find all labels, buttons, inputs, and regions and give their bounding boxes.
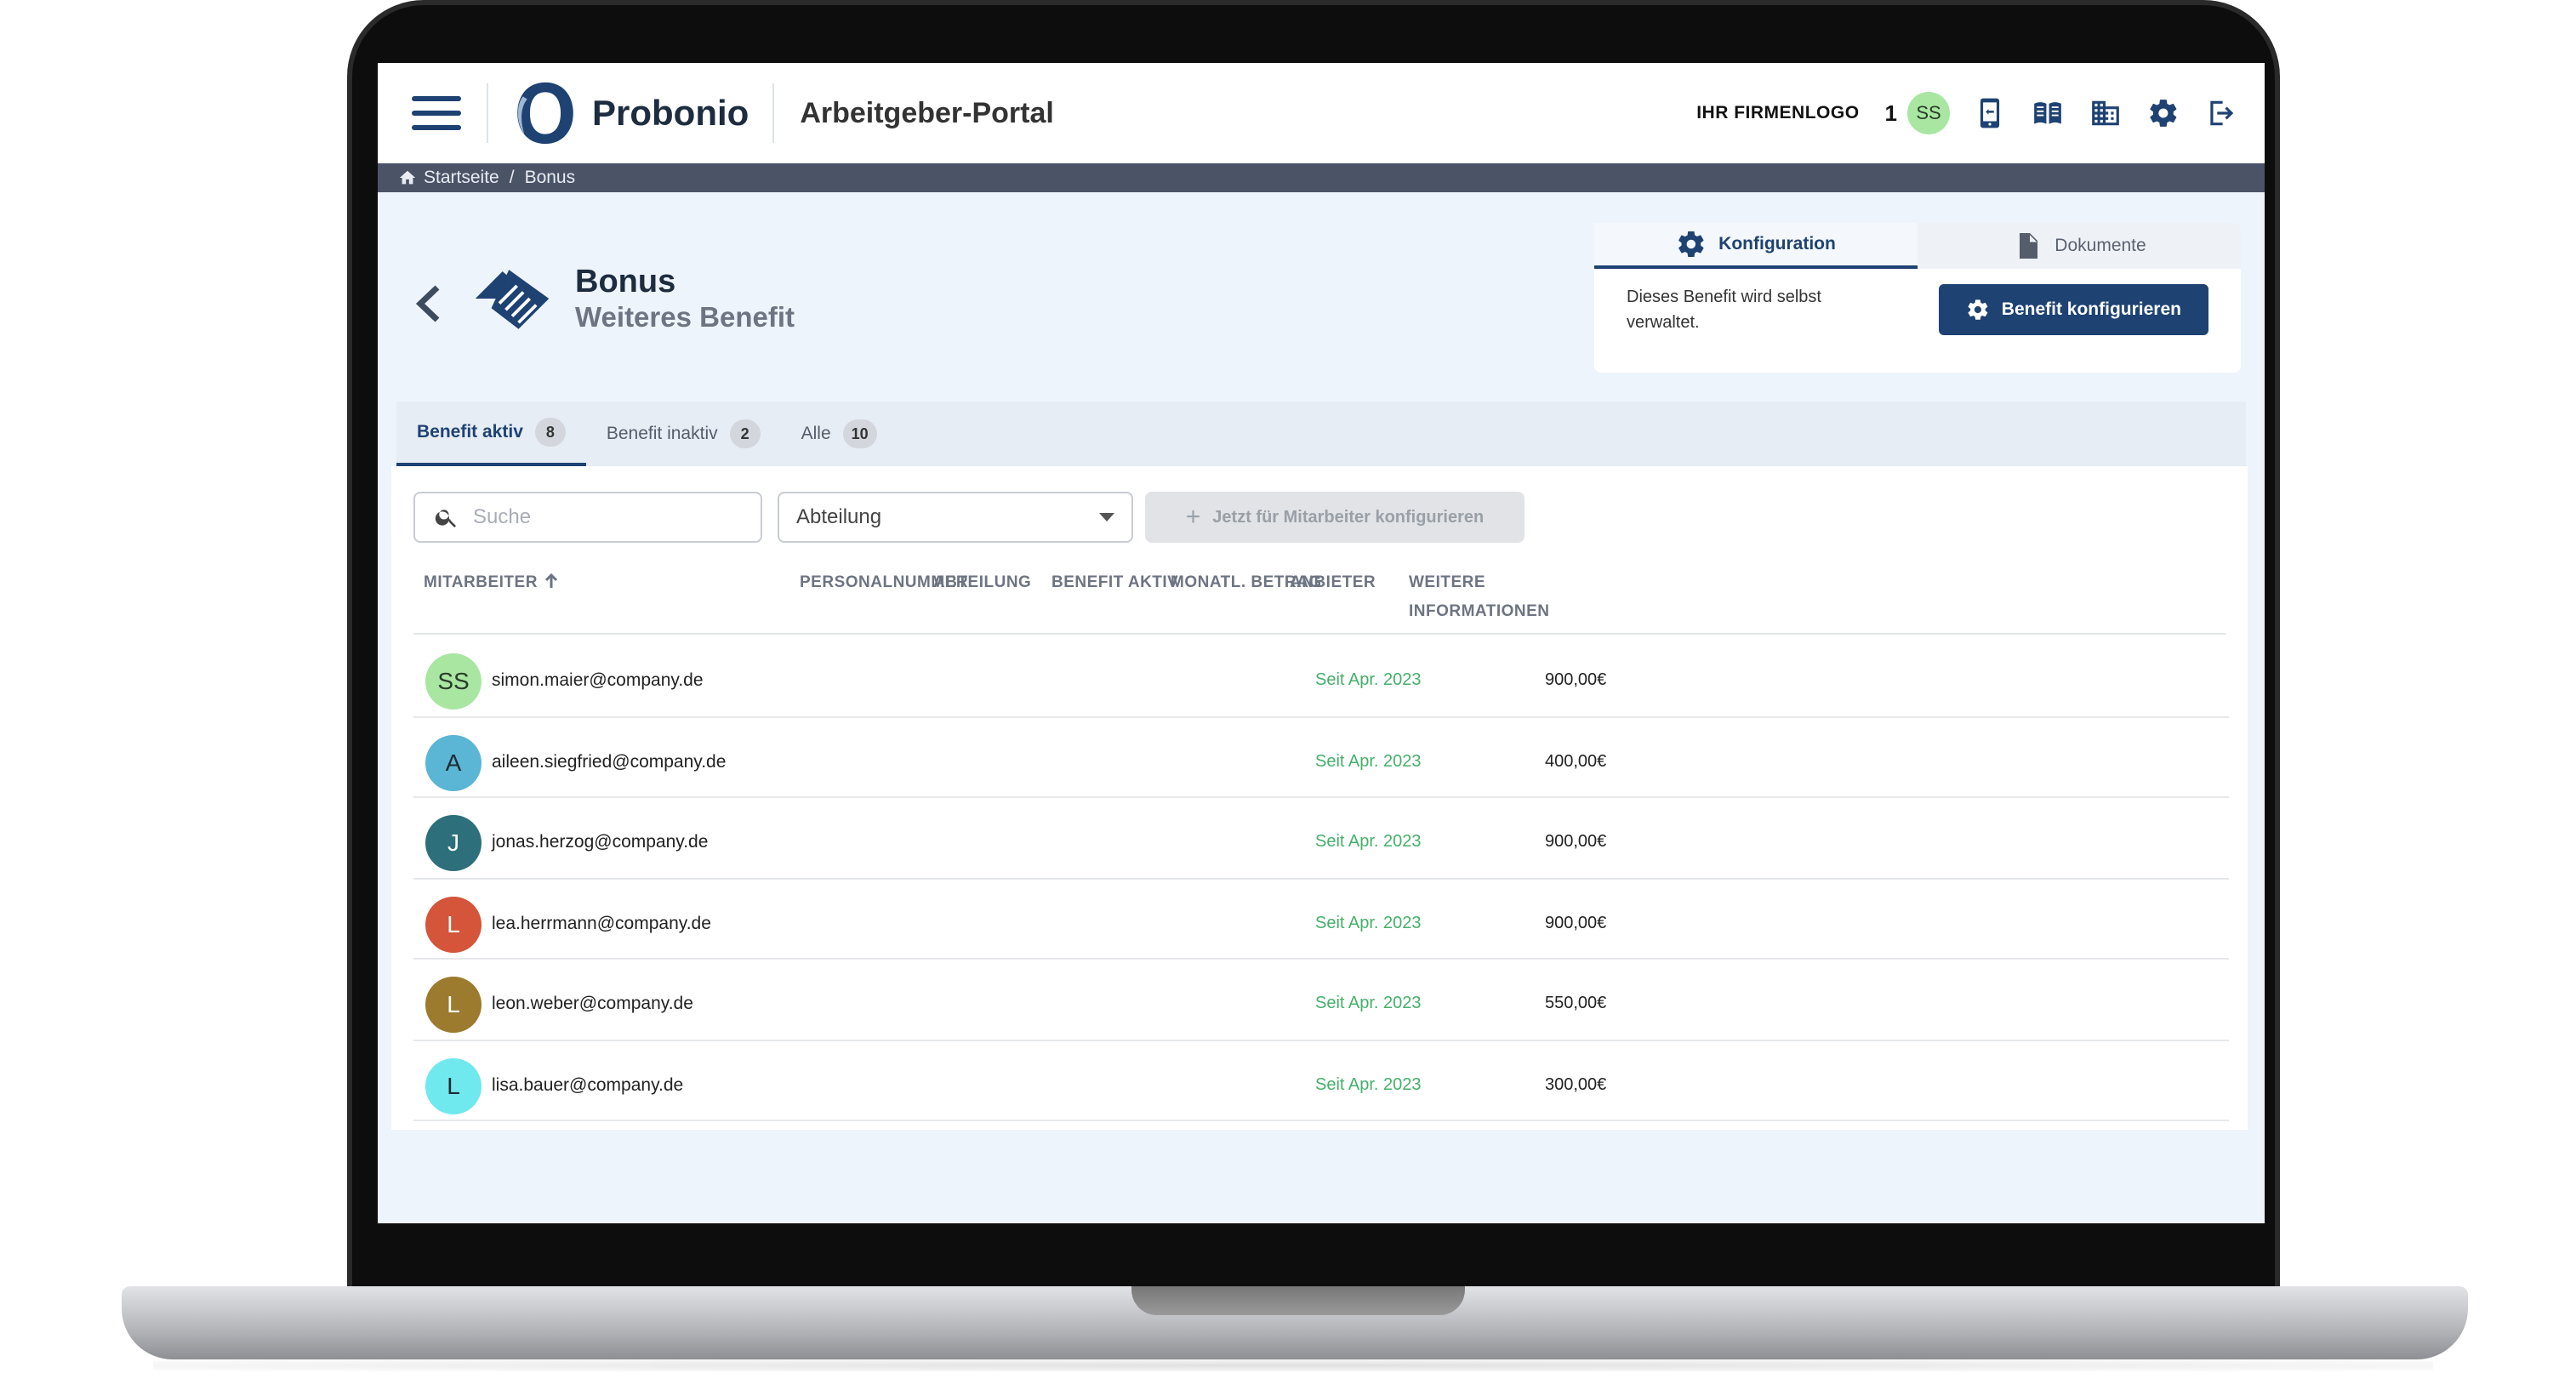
probonio-logo-icon [517,82,573,145]
column-header-benefit-aktiv[interactable]: BENEFIT AKTIV [1051,568,1178,597]
table-row[interactable]: Llisa.bauer@company.de Seit Apr. 2023 300,… [413,1041,2229,1121]
config-body: Dieses Benefit wird selbst verwaltet. Be… [1594,269,2241,350]
tab-benefit-inaktiv[interactable]: Benefit inaktiv 2 [586,402,781,466]
search-field[interactable] [413,492,762,543]
benefit-configure-label: Benefit konfigurieren [2001,299,2181,319]
plus-icon: + [1185,503,1201,531]
employee-avatar: J [425,815,482,871]
employee-avatar: L [425,1058,482,1114]
benefit-active-since: Seit Apr. 2023 [1315,914,1422,932]
config-description: Dieses Benefit wird selbst verwaltet. [1627,288,1821,332]
page-title: Bonus [575,264,676,299]
top-header: Probonio Arbeitgeber-Portal IHR FIRMENLO… [378,63,2265,163]
search-icon [435,510,456,527]
tab-label: Benefit inaktiv [606,424,718,443]
user-avatar[interactable]: SS [1907,92,1950,134]
employee-email: lisa.bauer@company.de [492,1075,684,1095]
header-divider [772,83,775,143]
monthly-amount: 900,00€ [1545,914,1607,932]
search-input[interactable] [473,505,745,529]
table-row[interactable]: SS simon.maier@company.de Seit Apr. 2023 90… [413,636,2229,718]
benefit-active-since: Seit Apr. 2023 [1315,1075,1422,1094]
monthly-amount: 400,00€ [1545,752,1607,771]
department-select-label: Abteilung [796,505,882,528]
page-subtitle: Weiteres Benefit [575,301,795,333]
table-row[interactable]: Aaileen.siegfried@company.de Seit Apr. 20… [413,718,2229,798]
caret-down-icon [1099,513,1114,521]
employee-avatar: L [425,977,482,1033]
brand-name: Probonio [592,93,749,133]
employee-avatar: SS [425,653,482,709]
notification-count[interactable]: 1 [1885,100,1897,127]
table-row[interactable]: Llea.herrmann@company.de Seit Apr. 2023 90… [413,880,2229,960]
employee-email: jonas.herzog@company.de [492,832,709,852]
employee-avatar: L [425,897,482,953]
column-header-abteilung[interactable]: ABTEILUNG [933,568,1031,597]
benefit-active-since: Seit Apr. 2023 [1315,752,1422,771]
count-badge: 8 [534,418,566,447]
column-header-mitarbeiter[interactable]: MITARBEITER [424,568,560,597]
employee-avatar: A [425,735,482,791]
home-icon [399,170,416,185]
logout-icon[interactable] [2203,95,2239,131]
department-select[interactable]: Abteilung [778,492,1133,543]
status-tabs: Benefit aktiv 8 Benefit inaktiv 2 Alle 1… [396,402,2246,466]
handshake-icon [475,270,550,329]
benefit-active-since: Seit Apr. 2023 [1315,670,1422,689]
tab-dokumente-label: Dokumente [2055,236,2146,255]
tab-konfiguration[interactable]: Konfiguration [1594,223,1918,269]
hamburger-menu-icon[interactable] [412,96,461,130]
tab-label: Benefit aktiv [417,422,523,442]
header-actions: IHR FIRMENLOGO 1 SS [1696,92,2239,134]
configure-for-employees-button[interactable]: + Jetzt für Mitarbeiter konfigurieren [1145,492,1525,543]
column-header-weitere-informationen[interactable]: WEITERE INFORMATIONEN [1409,568,1570,626]
monthly-amount: 300,00€ [1545,1075,1607,1094]
header-divider-line [413,633,2226,635]
laptop-notch [1131,1286,1465,1315]
column-header-anbieter[interactable]: ANBIETER [1290,568,1376,597]
employee-table: Abteilung + Jetzt für Mitarbeiter konfig… [391,466,2248,1130]
employee-email: simon.maier@company.de [492,670,704,690]
employee-email: aileen.siegfried@company.de [492,752,727,772]
configuration-card: Konfiguration Dokumente Dieses Benefit w… [1594,223,2241,373]
tab-alle[interactable]: Alle 10 [781,402,898,466]
gear-icon [1678,231,1704,258]
company-building-icon[interactable] [2088,95,2123,131]
table-row[interactable]: Jjonas.herzog@company.de Seit Apr. 2023 90… [413,798,2229,880]
firm-logo-text: IHR FIRMENLOGO [1696,103,1860,123]
arrow-up-sort-icon [544,573,557,588]
tab-dokumente[interactable]: Dokumente [1918,223,2241,269]
count-badge: 2 [729,419,761,448]
monthly-amount: 900,00€ [1545,670,1607,689]
table-row[interactable]: Lleon.weber@company.de Seit Apr. 2023 550,… [413,960,2229,1041]
book-open-icon[interactable] [2030,95,2066,131]
employee-email: leon.weber@company.de [492,994,693,1013]
breadcrumb-current: Bonus [524,168,576,187]
benefit-configure-button[interactable]: Benefit konfigurieren [1938,284,2208,335]
breadcrumb-home-link[interactable]: Startseite [424,168,499,188]
tab-konfiguration-label: Konfiguration [1718,234,1836,254]
mobile-app-icon[interactable] [1972,95,2008,131]
monthly-amount: 550,00€ [1545,994,1607,1012]
configure-for-employees-label: Jetzt für Mitarbeiter konfigurieren [1212,507,1485,527]
portal-title: Arbeitgeber-Portal [800,96,1054,129]
back-chevron-icon[interactable] [412,284,446,323]
count-badge: 10 [842,419,877,448]
benefit-active-since: Seit Apr. 2023 [1315,832,1422,851]
breadcrumb-separator: / [509,168,515,187]
settings-gear-icon[interactable] [2146,95,2181,131]
column-label: MITARBEITER [424,573,538,591]
benefit-active-since: Seit Apr. 2023 [1315,994,1422,1012]
monthly-amount: 900,00€ [1545,832,1607,851]
header-divider [487,83,488,143]
gear-icon [1968,299,1988,320]
config-tabs: Konfiguration Dokumente [1594,223,2241,269]
laptop-shadow [153,1359,2433,1371]
app-screen: Probonio Arbeitgeber-Portal IHR FIRMENLO… [378,63,2265,1223]
employee-email: lea.herrmann@company.de [492,914,711,933]
breadcrumb: Startseite / Bonus [378,163,2265,192]
tab-benefit-aktiv[interactable]: Benefit aktiv 8 [396,402,586,466]
tab-label: Alle [801,424,831,443]
document-icon [2020,233,2038,259]
